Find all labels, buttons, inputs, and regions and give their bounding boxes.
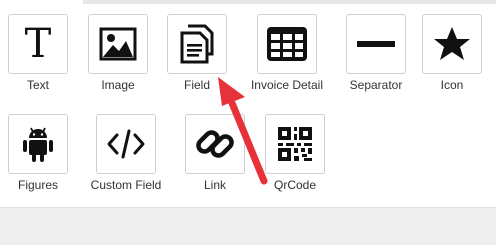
tool-link-box[interactable] [185, 114, 245, 174]
code-icon [107, 129, 145, 159]
top-divider [83, 0, 496, 4]
tool-figures-label: Figures [17, 178, 58, 192]
table-grid-icon [267, 27, 307, 61]
tool-invoice-detail-label: Invoice Detail [250, 78, 324, 92]
footer-band [0, 207, 496, 245]
tool-figures[interactable]: Figures [0, 114, 84, 192]
field-icon [180, 24, 214, 64]
tool-text-box[interactable]: T [8, 14, 68, 74]
tool-field[interactable]: Field [151, 14, 243, 92]
tool-invoice-detail-box[interactable] [257, 14, 317, 74]
tool-invoice-detail[interactable]: Invoice Detail [241, 14, 333, 92]
star-icon [434, 27, 470, 60]
tool-separator-box[interactable] [346, 14, 406, 74]
tool-custom-field-box[interactable] [96, 114, 156, 174]
tool-field-label: Field [183, 78, 210, 92]
link-icon [196, 130, 234, 158]
tool-custom-field[interactable]: Custom Field [80, 114, 172, 192]
tool-qrcode-label: QrCode [273, 178, 317, 192]
tool-field-box[interactable] [167, 14, 227, 74]
top-edge [0, 0, 496, 7]
tool-icon-label: Icon [440, 78, 464, 92]
tool-qrcode[interactable]: QrCode [249, 114, 341, 192]
tool-custom-field-label: Custom Field [90, 178, 162, 192]
tool-icon[interactable]: Icon [406, 14, 496, 92]
tool-link-label: Link [203, 178, 226, 192]
tool-link[interactable]: Link [169, 114, 261, 192]
image-icon [99, 27, 137, 61]
tool-qrcode-box[interactable] [265, 114, 325, 174]
tool-icon-box[interactable] [422, 14, 482, 74]
android-icon [23, 127, 53, 162]
text-icon: T [24, 21, 52, 67]
tool-figures-box[interactable] [8, 114, 68, 174]
qrcode-icon [278, 127, 312, 161]
separator-line-icon [357, 41, 395, 47]
tool-image-box[interactable] [88, 14, 148, 74]
